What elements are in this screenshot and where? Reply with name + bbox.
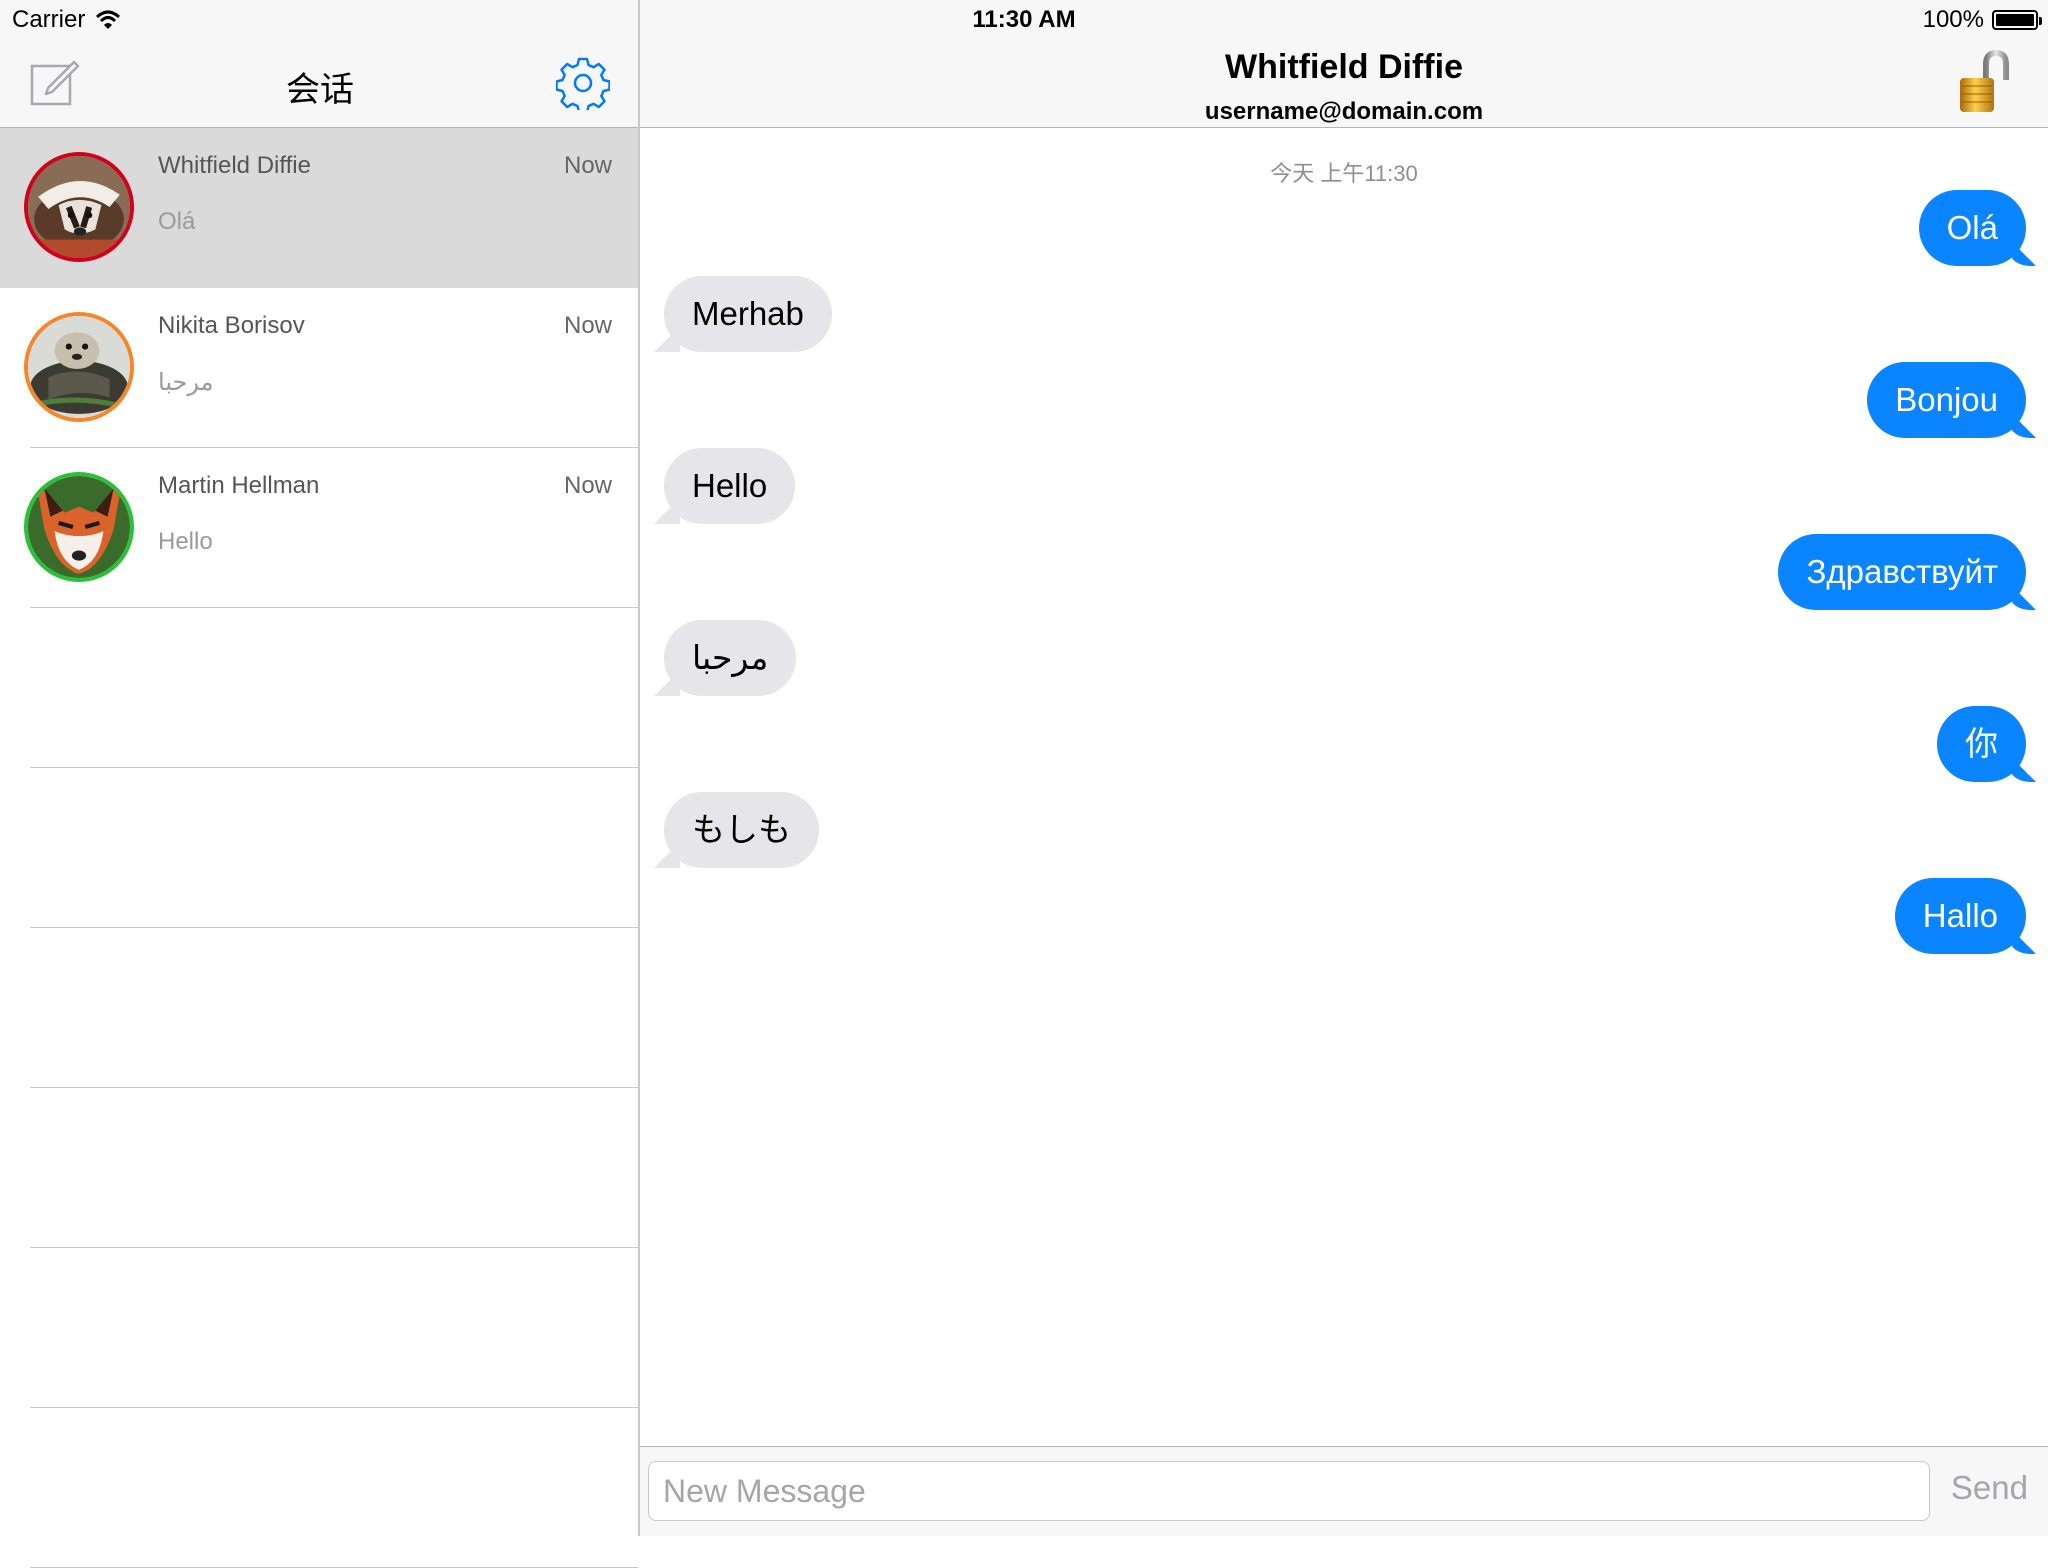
sidebar-title: 会话 xyxy=(286,71,354,109)
wifi-icon xyxy=(96,10,121,29)
outgoing-message-bubble[interactable]: 你 xyxy=(1937,706,2026,782)
contact-email: username@domain.com xyxy=(1204,98,1484,125)
contact-name: Whitfield Diffie xyxy=(1225,48,1463,86)
avatar xyxy=(24,312,134,422)
conversation-row-whitfield-diffie[interactable]: Whitfield Diffie Now Olá xyxy=(0,128,638,288)
chat-pane: Whitfield Diffie username@domain.com 今天 … xyxy=(640,0,2048,1536)
outgoing-message-bubble[interactable]: Olá xyxy=(1918,190,2026,266)
avatar xyxy=(24,472,134,582)
conversation-name: Martin Hellman xyxy=(158,472,320,499)
conversation-preview: مرحبا xyxy=(158,369,214,396)
conversation-row-martin-hellman[interactable]: Martin Hellman Now Hello xyxy=(0,448,638,608)
compose-button[interactable] xyxy=(30,58,80,106)
incoming-message-bubble[interactable]: Merhab xyxy=(664,276,832,352)
badger-avatar-image xyxy=(28,156,130,258)
status-time: 11:30 AM xyxy=(972,6,1076,33)
settings-button[interactable] xyxy=(555,56,611,114)
unlocked-padlock-icon xyxy=(1960,49,2009,112)
conversation-preview: Olá xyxy=(158,208,196,235)
conversation-time: Now xyxy=(563,312,612,339)
conversation-row-nikita-borisov[interactable]: Nikita Borisov Now مرحبا xyxy=(0,288,638,448)
fox-avatar-image xyxy=(28,476,130,578)
send-button[interactable]: Send xyxy=(1951,1469,2028,1507)
conversation-name: Nikita Borisov xyxy=(158,312,305,339)
otter-avatar-image xyxy=(28,316,130,418)
outgoing-message-bubble[interactable]: Bonjou xyxy=(1867,362,2026,438)
message-timestamp: 今天 上午11:30 xyxy=(1270,161,1418,186)
empty-row xyxy=(0,1408,638,1568)
carrier-indicator: Carrier xyxy=(12,6,121,34)
conversation-list: Whitfield Diffie Now Olá Nikita Borisov xyxy=(0,128,638,1568)
conversation-time: Now xyxy=(563,472,612,499)
incoming-message-bubble[interactable]: Hello xyxy=(664,448,796,524)
conversation-name: Whitfield Diffie xyxy=(158,152,311,179)
conversation-sidebar: 会话 Whitfield Diffie Now Olá Nikita Boris… xyxy=(0,0,640,1568)
battery-indicator: 100% xyxy=(1922,6,2042,34)
empty-row xyxy=(0,608,638,768)
incoming-message-bubble[interactable]: مرحبا xyxy=(664,620,797,696)
encryption-lock-button[interactable] xyxy=(1958,49,2010,116)
conversation-time: Now xyxy=(563,152,612,179)
avatar xyxy=(24,152,134,262)
incoming-message-bubble[interactable]: もしも xyxy=(664,792,819,868)
gear-icon xyxy=(555,57,611,114)
compose-icon xyxy=(30,60,80,106)
compose-bar: Send xyxy=(640,1446,2048,1536)
empty-row xyxy=(0,1088,638,1248)
outgoing-message-bubble[interactable]: Здравствуйт xyxy=(1778,534,2026,610)
new-message-input[interactable] xyxy=(648,1461,1930,1521)
battery-percent: 100% xyxy=(1922,6,1984,33)
battery-icon xyxy=(1992,10,2042,30)
empty-row xyxy=(0,768,638,928)
status-bar: Carrier 11:30 AM 100% xyxy=(0,0,2048,40)
conversation-preview: Hello xyxy=(158,528,213,555)
empty-row xyxy=(0,928,638,1088)
carrier-label: Carrier xyxy=(12,6,86,33)
outgoing-message-bubble[interactable]: Hallo xyxy=(1894,878,2026,954)
empty-row xyxy=(0,1248,638,1408)
